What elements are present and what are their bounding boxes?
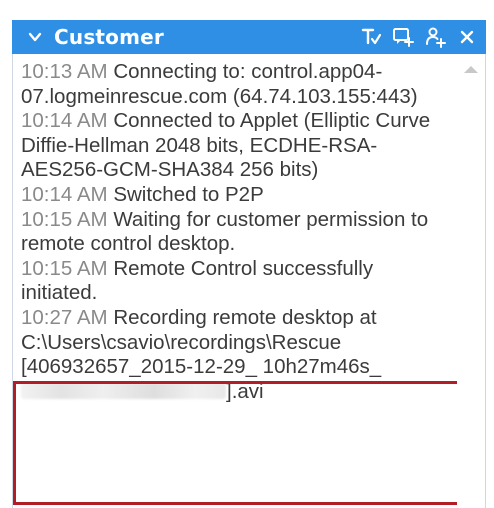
log-timestamp: 10:27 AM [21, 305, 108, 329]
log-timestamp: 10:13 AM [21, 60, 108, 83]
vertical-scrollbar[interactable] [457, 54, 485, 508]
session-log: 10:13 AM Connecting to: control.app04-07… [12, 54, 486, 508]
log-entry: 10:14 AM Switched to P2P [21, 183, 453, 208]
panel-title: Customer [54, 25, 164, 49]
log-entry: 10:13 AM Connecting to: control.app04-07… [21, 60, 453, 109]
scroll-up-arrow-icon[interactable] [464, 66, 478, 73]
log-timestamp: 10:14 AM [21, 109, 108, 133]
log-entry: 10:15 AM Remote Control successfully ini… [21, 257, 453, 306]
log-timestamp: 10:15 AM [21, 207, 108, 231]
customer-panel: Customer 10:13 AM Connecting to: control… [0, 0, 494, 508]
log-timestamp: 10:15 AM [21, 256, 108, 280]
panel-header: Customer [12, 20, 486, 54]
close-icon[interactable] [456, 26, 478, 48]
log-entry: 10:15 AM Waiting for customer permission… [21, 208, 453, 257]
log-list: 10:13 AM Connecting to: control.app04-07… [21, 60, 453, 404]
log-message: Switched to P2P [113, 182, 264, 206]
log-timestamp: 10:14 AM [21, 182, 108, 206]
chat-add-icon[interactable] [392, 26, 414, 48]
chevron-down-icon[interactable] [24, 26, 46, 48]
text-format-icon[interactable] [360, 26, 382, 48]
log-entry: 10:14 AM Connected to Applet (Elliptic C… [21, 109, 453, 183]
header-actions [360, 26, 486, 48]
add-user-icon[interactable] [424, 26, 446, 48]
highlight-box [13, 381, 460, 505]
